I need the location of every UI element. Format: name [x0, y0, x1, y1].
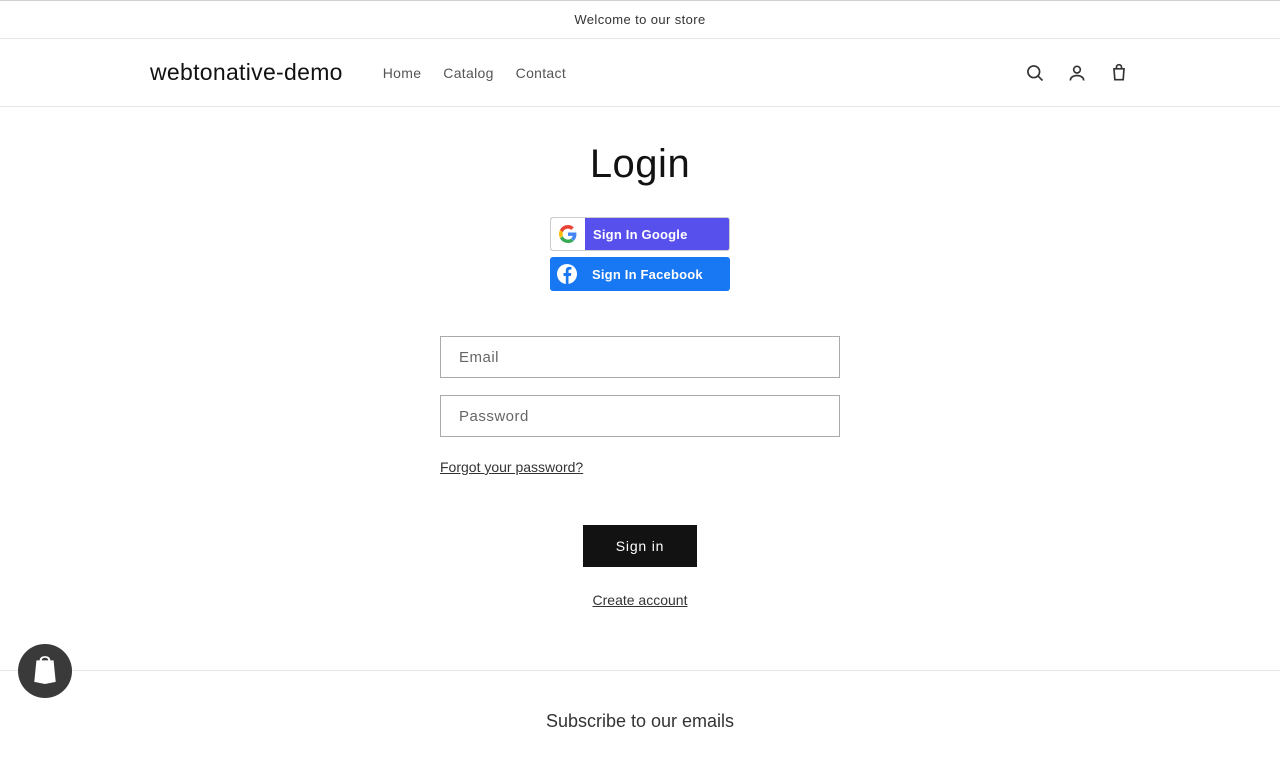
- search-icon[interactable]: [1024, 62, 1046, 84]
- facebook-signin-label: Sign In Facebook: [584, 267, 703, 282]
- login-form: Forgot your password?: [440, 336, 840, 477]
- shopify-chat-fab[interactable]: [18, 644, 72, 698]
- shopify-bag-icon: [31, 654, 59, 689]
- header: webtonative-demo Home Catalog Contact: [0, 39, 1280, 107]
- google-icon: [551, 218, 585, 250]
- announcement-bar: Welcome to our store: [0, 0, 1280, 39]
- announcement-text: Welcome to our store: [574, 12, 705, 27]
- cart-icon[interactable]: [1108, 62, 1130, 84]
- password-field[interactable]: [440, 395, 840, 437]
- footer: Subscribe to our emails: [0, 670, 1280, 772]
- nav-contact[interactable]: Contact: [516, 65, 566, 81]
- nav-home[interactable]: Home: [383, 65, 422, 81]
- facebook-icon: [550, 258, 584, 290]
- signin-button[interactable]: Sign in: [583, 525, 697, 567]
- account-icon[interactable]: [1066, 62, 1088, 84]
- google-signin-button[interactable]: Sign In Google: [550, 217, 730, 251]
- email-field[interactable]: [440, 336, 840, 378]
- social-signin-group: Sign In Google Sign In Facebook: [220, 217, 1060, 291]
- page-title: Login: [220, 142, 1060, 187]
- create-account-link[interactable]: Create account: [593, 592, 688, 608]
- header-icons: [1024, 62, 1130, 84]
- login-main: Login Sign In Google Sign In Facebook Fo…: [220, 107, 1060, 670]
- nav-catalog[interactable]: Catalog: [443, 65, 493, 81]
- forgot-password-link[interactable]: Forgot your password?: [440, 459, 583, 475]
- main-nav: Home Catalog Contact: [383, 65, 566, 81]
- facebook-signin-button[interactable]: Sign In Facebook: [550, 257, 730, 291]
- subscribe-title: Subscribe to our emails: [0, 711, 1280, 732]
- store-logo[interactable]: webtonative-demo: [150, 59, 343, 86]
- google-signin-label: Sign In Google: [585, 227, 688, 242]
